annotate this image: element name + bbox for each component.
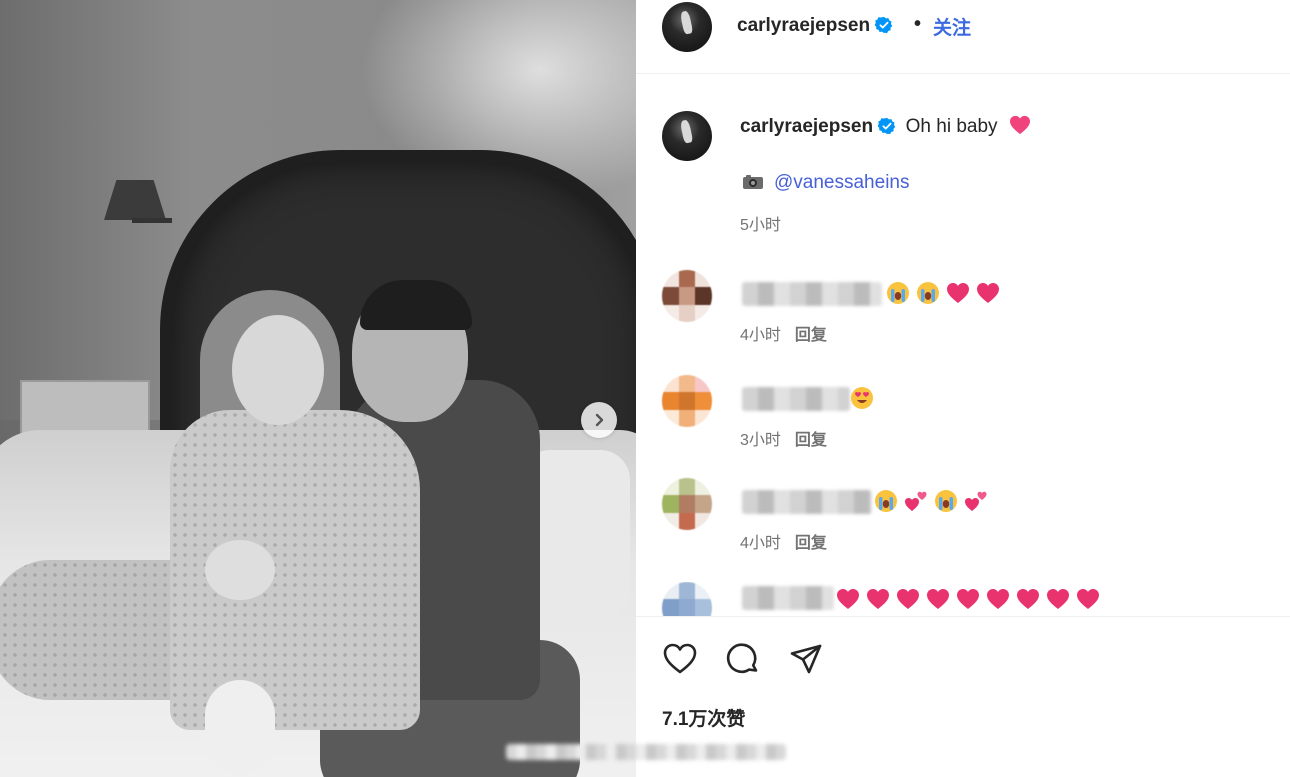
author-avatar[interactable] xyxy=(662,2,712,52)
caption-author-avatar[interactable] xyxy=(662,111,712,161)
post-header: carlyraejepsen • 关注 xyxy=(636,0,1290,74)
heart-outline-icon[interactable] xyxy=(662,641,698,677)
red-heart-icon xyxy=(837,589,859,609)
comment-meta: 4小时 回复 xyxy=(740,529,827,553)
photo-credit: @vanessaheins xyxy=(742,172,909,194)
commenter-username[interactable] xyxy=(742,586,834,610)
red-heart-icon xyxy=(987,589,1009,609)
camera-icon xyxy=(743,175,763,189)
commenter-avatar[interactable] xyxy=(662,270,712,322)
red-heart-icon xyxy=(927,589,949,609)
red-heart-icon xyxy=(957,589,979,609)
pink-heart-icon xyxy=(1009,115,1030,135)
comment-timestamp[interactable]: 4小时 xyxy=(740,327,781,344)
commenter-avatar[interactable] xyxy=(662,375,712,427)
commenter-avatar[interactable] xyxy=(662,478,712,530)
comment-item: 4小时 回复 xyxy=(636,478,1290,568)
red-heart-icon xyxy=(977,283,999,303)
loudly-crying-face-icon xyxy=(887,282,909,304)
chevron-right-icon xyxy=(595,413,604,427)
red-heart-icon xyxy=(867,589,889,609)
commenter-username[interactable] xyxy=(742,282,882,306)
comment-emojis xyxy=(886,280,1000,306)
author-username-line[interactable]: carlyraejepsen xyxy=(737,15,893,37)
obscured-text xyxy=(506,744,786,760)
paper-plane-icon[interactable] xyxy=(788,641,824,677)
loudly-crying-face-icon xyxy=(875,490,897,512)
commenter-avatar[interactable] xyxy=(662,582,712,616)
commenter-username[interactable] xyxy=(742,387,850,411)
two-hearts-icon xyxy=(965,491,987,511)
reply-button[interactable]: 回复 xyxy=(795,535,827,552)
verified-badge-icon xyxy=(878,117,896,135)
red-heart-icon xyxy=(1077,589,1099,609)
comment-item: 4小时 回复 xyxy=(636,270,1290,360)
next-photo-button[interactable] xyxy=(581,402,617,438)
photo-slipper xyxy=(205,680,275,775)
caption-text: Oh hi baby xyxy=(905,116,998,137)
heart-eyes-face-icon xyxy=(851,387,873,409)
comment-emojis xyxy=(836,586,1100,612)
red-heart-icon xyxy=(1017,589,1039,609)
comment-item: 3小时 回复 xyxy=(636,375,1290,465)
comment-emojis xyxy=(850,385,874,411)
red-heart-icon xyxy=(897,589,919,609)
header-separator: • xyxy=(914,13,922,35)
reply-button[interactable]: 回复 xyxy=(795,432,827,449)
like-count[interactable]: 7.1万次赞 xyxy=(662,704,745,731)
red-heart-icon xyxy=(947,283,969,303)
photo-credit-mention[interactable]: @vanessaheins xyxy=(774,172,909,193)
author-username[interactable]: carlyraejepsen xyxy=(737,15,870,36)
comment-meta: 4小时 回复 xyxy=(740,321,827,345)
photo-belly xyxy=(205,540,275,600)
comment-timestamp[interactable]: 3小时 xyxy=(740,432,781,449)
commenter-username[interactable] xyxy=(742,490,872,514)
comment-timestamp[interactable]: 4小时 xyxy=(740,535,781,552)
comment-item xyxy=(636,582,1290,616)
two-hearts-icon xyxy=(905,491,927,511)
post-actions: 7.1万次赞 xyxy=(506,616,1290,777)
post-side-panel: carlyraejepsen • 关注 carlyraejepsen Oh hi… xyxy=(506,0,1290,777)
comment-meta: 3小时 回复 xyxy=(740,426,827,450)
caption-username[interactable]: carlyraejepsen xyxy=(740,116,873,137)
loudly-crying-face-icon xyxy=(917,282,939,304)
post-photo[interactable] xyxy=(0,0,636,777)
follow-button[interactable]: 关注 xyxy=(933,13,971,40)
comment-emojis xyxy=(874,488,988,514)
caption: carlyraejepsen Oh hi baby xyxy=(740,115,1031,138)
caption-timestamp[interactable]: 5小时 xyxy=(740,211,781,235)
loudly-crying-face-icon xyxy=(935,490,957,512)
reply-button[interactable]: 回复 xyxy=(795,327,827,344)
photo-woman-face xyxy=(232,315,324,425)
speech-bubble-icon[interactable] xyxy=(725,641,761,677)
verified-badge-icon xyxy=(875,16,893,34)
red-heart-icon xyxy=(1047,589,1069,609)
photo-lamp-arm xyxy=(132,218,172,223)
